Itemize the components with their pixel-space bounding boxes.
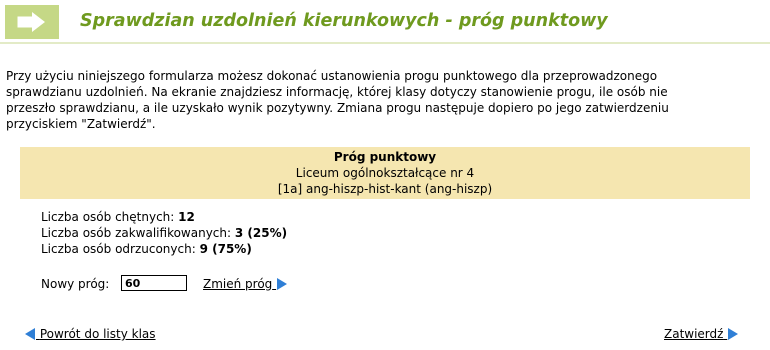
stat-applicants: Liczba osób chętnych: 12: [41, 209, 287, 225]
intro-line: przyciskiem "Zatwierdź".: [6, 117, 156, 131]
intro-text: Przy użyciu niniejszego formularza możes…: [6, 68, 756, 132]
intro-line: sprawdzianu uzdolnień. Na ekranie znajdz…: [6, 85, 668, 99]
threshold-label: Nowy próg:: [41, 277, 110, 291]
page-header: Sprawdzian uzdolnień kierunkowych - próg…: [0, 0, 770, 44]
back-to-class-list-link[interactable]: Powrót do listy klas: [24, 327, 156, 341]
threshold-input[interactable]: [121, 275, 187, 291]
school-name: Liceum ogólnokształcące nr 4: [295, 166, 475, 180]
stat-label: Liczba osób odrzuconych:: [41, 242, 196, 256]
header-icon-box: [5, 5, 59, 39]
stat-qualified: Liczba osób zakwalifikowanych: 3 (25%): [41, 225, 287, 241]
class-info-box: Próg punktowy Liceum ogólnokształcące nr…: [20, 147, 750, 199]
stat-value: 9 (75%): [199, 242, 252, 256]
change-threshold-link[interactable]: Zmień próg: [203, 277, 288, 291]
back-link-label: Powrót do listy klas: [39, 327, 156, 341]
page-title: Sprawdzian uzdolnień kierunkowych - próg…: [80, 11, 608, 31]
change-threshold-label: Zmień próg: [203, 277, 273, 291]
arrow-right-icon: [17, 12, 45, 32]
triangle-right-icon: [728, 328, 739, 340]
confirm-link-label: Zatwierdź: [664, 327, 724, 341]
confirm-link[interactable]: Zatwierdź: [664, 327, 739, 341]
stat-rejected: Liczba osób odrzuconych: 9 (75%): [41, 241, 287, 257]
stat-label: Liczba osób chętnych:: [41, 210, 175, 224]
stats-panel: Liczba osób chętnych: 12 Liczba osób zak…: [41, 209, 287, 257]
intro-line: przeszło sprawdzianu, a ile uzyskało wyn…: [6, 101, 669, 115]
class-name: [1a] ang-hiszp-hist-kant (ang-hiszp): [277, 182, 493, 196]
triangle-left-icon: [25, 328, 35, 340]
stat-value: 12: [178, 210, 195, 224]
stat-value: 3 (25%): [234, 226, 288, 240]
intro-line: Przy użyciu niniejszego formularza możes…: [6, 69, 658, 83]
info-box-title: Próg punktowy: [333, 150, 437, 164]
stat-label: Liczba osób zakwalifikowanych:: [41, 226, 232, 240]
triangle-right-icon: [277, 278, 288, 290]
